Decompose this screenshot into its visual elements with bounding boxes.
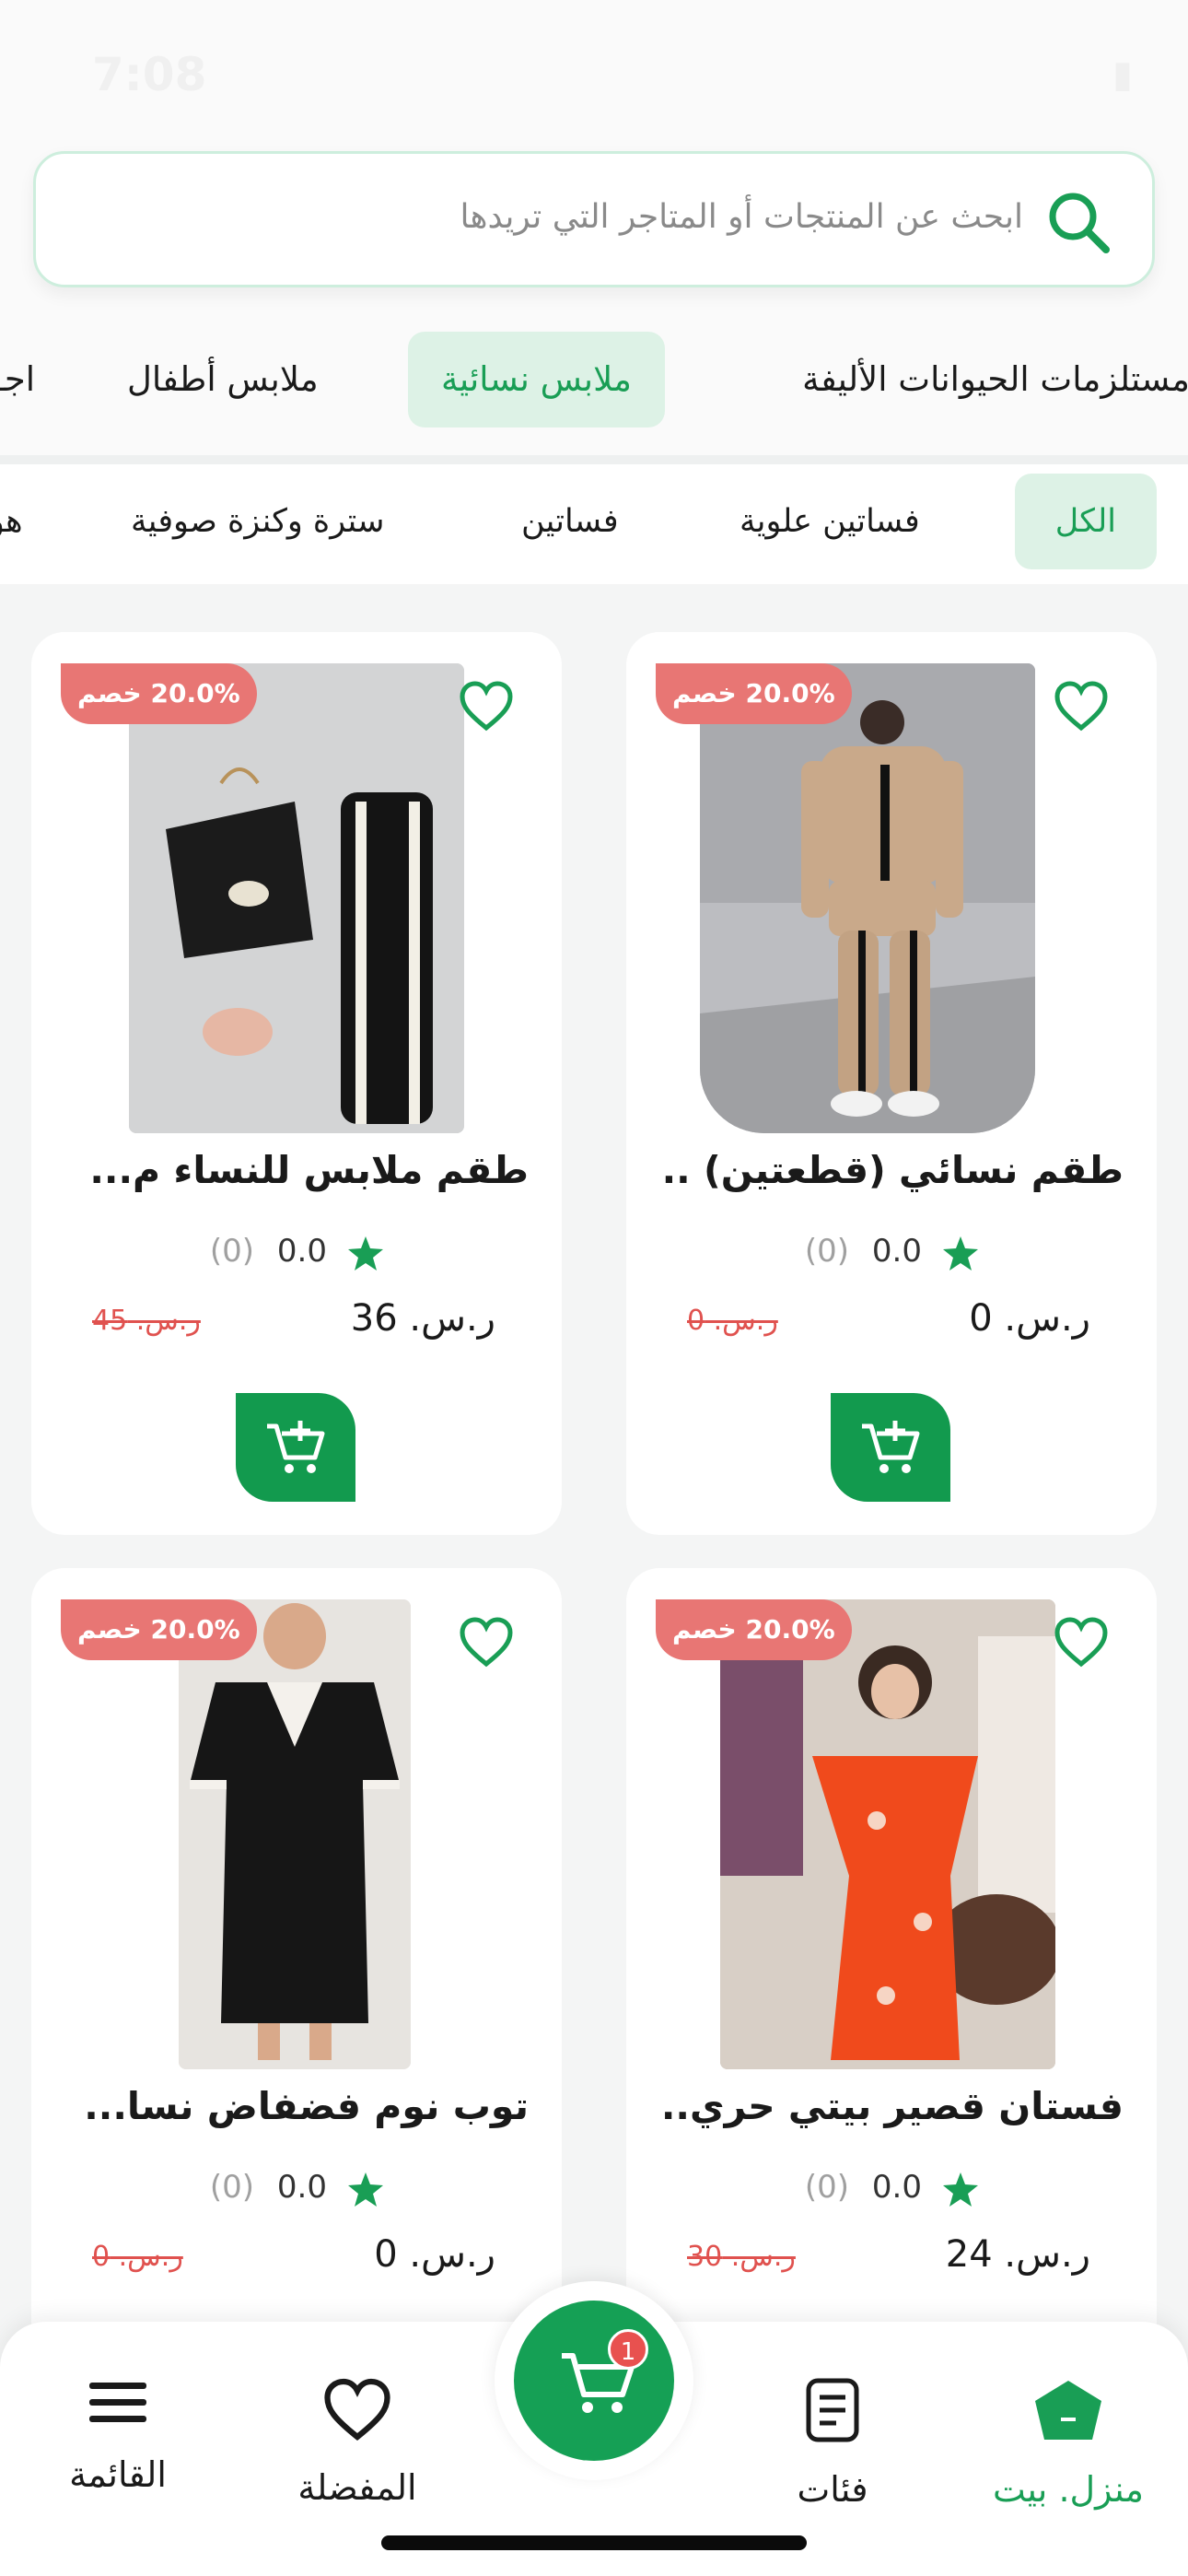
tab-pet-supplies[interactable]: مستلزمات الحيوانات الأليفة xyxy=(802,332,1188,427)
status-time: 7:08 xyxy=(92,48,207,101)
rating-value: 0.0 xyxy=(276,1233,327,1270)
rating-count: (0) xyxy=(209,1233,254,1270)
tracksuit-figure xyxy=(700,663,1035,1133)
tab-kids-clothing[interactable]: ملابس أطفال xyxy=(127,332,319,427)
discount-badge: 20.0% خصم xyxy=(61,1599,257,1660)
discount-badge: 20.0% خصم xyxy=(656,1599,852,1660)
dress-figure xyxy=(720,1599,1055,2069)
rating: 0.0 (0) xyxy=(31,2169,562,2215)
heart-icon[interactable] xyxy=(1054,1616,1109,1668)
nav-favorites-label: المفضلة xyxy=(297,2467,417,2508)
product-image[interactable] xyxy=(129,663,464,1133)
heart-icon xyxy=(324,2378,390,2441)
product-card[interactable]: 20.0% خصم طقم ملابس للنساء م... 0.0 (0) … xyxy=(31,632,562,1535)
cart-fab-button[interactable] xyxy=(514,2301,674,2461)
price: ر.س. 36 xyxy=(350,1297,495,1340)
tab-more-cut[interactable]: اجـ xyxy=(0,332,35,427)
tab-womens-clothing[interactable]: ملابس نسائية xyxy=(408,332,666,427)
home-icon xyxy=(1035,2381,1101,2440)
outfit-figure xyxy=(129,663,464,1133)
menu-icon xyxy=(89,2383,146,2422)
cart-plus-icon xyxy=(862,1421,920,1473)
home-indicator xyxy=(381,2535,807,2550)
nav-menu-label: القائمة xyxy=(69,2454,167,2495)
product-image[interactable] xyxy=(700,663,1035,1133)
rating: 0.0 (0) xyxy=(626,2169,1157,2215)
price: ر.س. 24 xyxy=(945,2233,1090,2276)
old-price: ر.س. 30 xyxy=(687,2241,796,2273)
nightgown-figure xyxy=(179,1599,411,2069)
product-image[interactable] xyxy=(720,1599,1055,2069)
old-price: ر.س. 0 xyxy=(92,2241,183,2273)
star-icon xyxy=(943,1236,978,1270)
subtab-dresses[interactable]: فساتين xyxy=(521,474,619,569)
cart-icon xyxy=(562,2353,635,2413)
product-title[interactable]: طقم ملابس للنساء م... xyxy=(64,1148,529,1192)
subtab-tops[interactable]: فساتين علوية xyxy=(740,474,920,569)
product-title[interactable]: فستان قصير بيتي حري... xyxy=(659,2084,1124,2128)
heart-icon[interactable] xyxy=(459,1616,514,1668)
divider xyxy=(0,455,1188,464)
nav-home[interactable]: منزل. بيت xyxy=(976,2377,1160,2543)
rating: 0.0 (0) xyxy=(31,1233,562,1279)
battery-icon: ▮ xyxy=(1112,53,1133,96)
search-input[interactable]: ابحث عن المنتجات أو المتاجر التي تريدها xyxy=(460,198,1023,236)
star-icon xyxy=(348,1236,383,1270)
rating-count: (0) xyxy=(209,2169,254,2206)
subtab-all[interactable]: الكل xyxy=(1014,474,1157,569)
nav-favorites[interactable]: المفضلة xyxy=(265,2377,449,2543)
subtab-more-cut[interactable]: هو xyxy=(0,474,23,569)
document-icon xyxy=(806,2378,859,2442)
nav-menu[interactable]: القائمة xyxy=(26,2377,210,2543)
subcategory-tabs: الكل فساتين علوية فساتين سترة وكنزة صوفي… xyxy=(0,464,1188,584)
discount-badge: 20.0% خصم xyxy=(61,663,257,724)
rating: 0.0 (0) xyxy=(626,1233,1157,1279)
subtab-sweaters[interactable]: سترة وكنزة صوفية xyxy=(131,474,384,569)
old-price: ر.س. 0 xyxy=(687,1305,778,1337)
search-icon[interactable] xyxy=(1043,187,1113,257)
old-price: ر.س. 45 xyxy=(92,1305,201,1337)
product-title[interactable]: توب نوم فضفاض نسا... xyxy=(64,2084,529,2128)
cart-count-badge: 1 xyxy=(608,2329,648,2370)
product-card[interactable]: 20.0% خصم طقم نسائي (قطعتين) ... 0.0 (0)… xyxy=(626,632,1157,1535)
product-card[interactable]: 20.0% خصم توب نوم فضفاض نسا... 0.0 (0) ر… xyxy=(31,1568,562,2397)
rating-value: 0.0 xyxy=(871,1233,922,1270)
discount-badge: 20.0% خصم xyxy=(656,663,852,724)
heart-icon[interactable] xyxy=(1054,680,1109,732)
cart-plus-icon xyxy=(267,1421,325,1473)
rating-count: (0) xyxy=(804,1233,849,1270)
add-to-cart-button[interactable] xyxy=(236,1393,355,1502)
rating-count: (0) xyxy=(804,2169,849,2206)
nav-categories-label: فئات xyxy=(797,2469,868,2510)
price: ر.س. 0 xyxy=(374,2233,495,2276)
search-bar[interactable]: ابحث عن المنتجات أو المتاجر التي تريدها xyxy=(33,151,1155,287)
nav-home-label: منزل. بيت xyxy=(993,2469,1144,2510)
product-image[interactable] xyxy=(179,1599,411,2069)
star-icon xyxy=(943,2172,978,2207)
category-tabs: مستلزمات الحيوانات الأليفة ملابس نسائية … xyxy=(0,324,1188,435)
add-to-cart-button[interactable] xyxy=(831,1393,950,1502)
rating-value: 0.0 xyxy=(871,2169,922,2206)
heart-icon[interactable] xyxy=(459,680,514,732)
product-title[interactable]: طقم نسائي (قطعتين) ... xyxy=(659,1148,1124,1192)
price: ر.س. 0 xyxy=(969,1297,1090,1340)
star-icon xyxy=(348,2172,383,2207)
nav-categories[interactable]: فئات xyxy=(740,2377,925,2543)
rating-value: 0.0 xyxy=(276,2169,327,2206)
product-card[interactable]: 20.0% خصم فستان قصير بيتي حري... 0.0 (0)… xyxy=(626,1568,1157,2397)
